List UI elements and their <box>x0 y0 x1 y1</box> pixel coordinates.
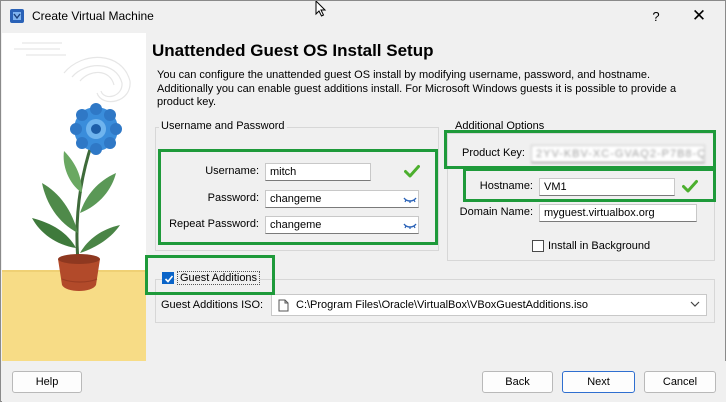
guest-additions-iso-label: Guest Additions ISO: <box>161 299 264 311</box>
guest-additions-highlight <box>145 255 275 295</box>
back-button[interactable]: Back <box>482 371 553 393</box>
virtualbox-app-icon <box>10 9 24 23</box>
help-button[interactable]: Help <box>12 371 82 393</box>
page-description: You can configure the unattended guest O… <box>157 69 677 108</box>
domain-name-field[interactable]: myguest.virtualbox.org <box>539 204 697 222</box>
install-in-background-checkbox[interactable] <box>532 240 544 252</box>
username-password-group-title: Username and Password <box>159 120 287 132</box>
install-in-background-label[interactable]: Install in Background <box>548 240 650 252</box>
close-button[interactable]: ✕ <box>685 6 713 28</box>
mouse-cursor-icon <box>315 1 327 17</box>
guest-additions-iso-value: C:\Program Files\Oracle\VirtualBox\VBoxG… <box>296 299 589 311</box>
hostname-highlight <box>463 168 716 202</box>
guest-additions-iso-select[interactable]: C:\Program Files\Oracle\VirtualBox\VBoxG… <box>271 294 707 316</box>
file-icon <box>278 299 289 312</box>
page-title: Unattended Guest OS Install Setup <box>152 41 434 60</box>
wizard-illustration <box>2 33 146 361</box>
chevron-down-icon <box>690 301 700 307</box>
next-button[interactable]: Next <box>562 371 635 393</box>
create-vm-dialog: Create Virtual Machine ? ✕ Unattended Gu… <box>0 0 726 402</box>
credentials-highlight <box>158 149 438 245</box>
cancel-button[interactable]: Cancel <box>644 371 716 393</box>
product-key-highlight <box>444 130 716 169</box>
plant-illustration-icon <box>2 33 146 361</box>
window-title: Create Virtual Machine <box>32 9 154 23</box>
title-help-button[interactable]: ? <box>646 7 666 27</box>
domain-name-label: Domain Name: <box>459 206 533 218</box>
title-bar: Create Virtual Machine ? ✕ <box>1 1 725 33</box>
